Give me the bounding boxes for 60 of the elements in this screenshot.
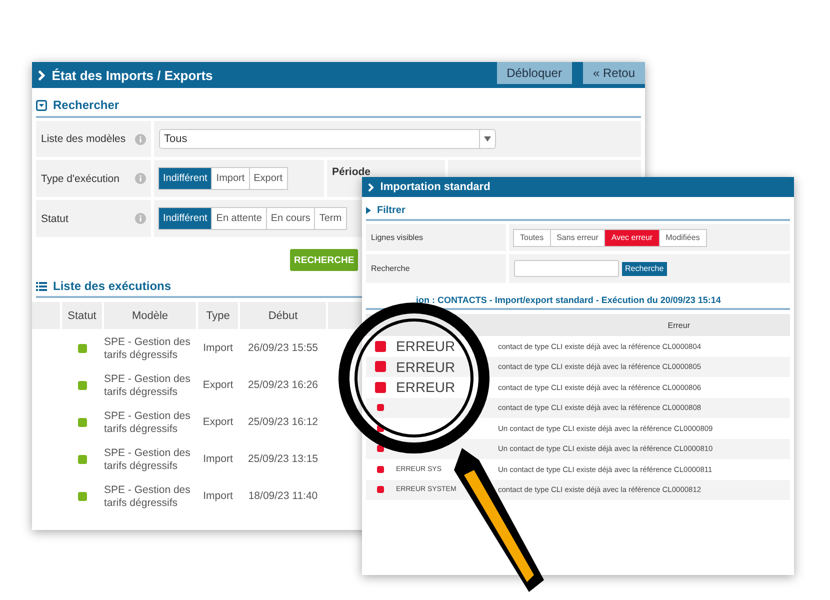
search-field[interactable] [514, 260, 619, 277]
table-cell: 26/09/23 15:55 [248, 342, 318, 355]
segment-button[interactable]: Sans erreur [550, 228, 606, 246]
table-cell-text: SPE - Gestion des tarifs dégressifs [104, 484, 192, 509]
list-icon [36, 282, 47, 290]
field-label: Lignes visibles [371, 233, 424, 242]
column-header: Erreur [668, 320, 690, 330]
search-button[interactable]: Recherche [622, 262, 667, 276]
select-field[interactable]: Tous [159, 129, 496, 149]
table-cell-text: SPE - Gestion des tarifs dégressifs [104, 373, 192, 398]
table-cell: 25/09/23 13:15 [248, 453, 318, 466]
segment-button[interactable]: En attente [211, 207, 267, 230]
table-cell-text: SPE - Gestion des tarifs dégressifs [104, 410, 192, 435]
info-icon [135, 134, 146, 144]
toolbar-button[interactable]: « Retou [582, 62, 645, 84]
segment-button[interactable]: Import [211, 167, 250, 190]
table-cell: ERREUR [396, 338, 456, 354]
segment-button[interactable]: Toutes [513, 228, 551, 246]
collapse-icon[interactable] [36, 100, 47, 110]
table-cell: Export [202, 379, 234, 392]
section-title: Liste des exécutions [53, 279, 172, 293]
section-title: Filtrer [377, 205, 406, 216]
triangle-icon [366, 207, 371, 214]
column-header: Modèle [104, 302, 196, 329]
table-cell: ERREUR [396, 358, 456, 375]
table-cell-text: SPE - Gestion des tarifs dégressifs [104, 447, 192, 472]
field-label: Type d'exécution [41, 172, 120, 184]
table-cell: 18/09/23 11:40 [248, 490, 318, 503]
segment-button[interactable]: Modifiées [658, 228, 707, 246]
toolbar-button[interactable]: Débloquer [496, 62, 572, 84]
table-cell: Import [203, 453, 233, 466]
table-cell: ERREUR [396, 379, 456, 396]
window-title: État des Imports / Exports [52, 68, 213, 82]
segment-button[interactable]: Export [248, 167, 288, 190]
field-label: Recherche [371, 264, 410, 273]
table-cell: Import [203, 342, 233, 355]
field-label: Liste des modèles [41, 133, 126, 145]
window-title: Importation standard [380, 181, 490, 193]
field-label: Statut [41, 212, 68, 224]
section-title: ion : CONTACTS - Import/export standard - Exécution du 20/09/23 15:14 [416, 295, 721, 305]
segment-button[interactable]: En cours [266, 207, 316, 230]
column-header: Début [240, 302, 326, 329]
chevron-icon [38, 70, 46, 80]
column-header: Type [198, 302, 238, 329]
table-cell-text: SPE - Gestion des tarifs dégressifs [104, 336, 192, 361]
table-cell: Import [203, 490, 233, 503]
segment-button[interactable]: Avec erreur [604, 228, 660, 246]
table-cell: 25/09/23 16:12 [248, 416, 318, 429]
column-header: Statut [62, 302, 102, 329]
field-label: Période [332, 166, 371, 178]
info-icon [135, 173, 146, 184]
chevron-icon [368, 182, 374, 192]
table-cell: Export [202, 416, 234, 429]
segment-button[interactable]: Indifférent [158, 207, 212, 230]
info-icon [135, 213, 146, 224]
segment-button[interactable]: Term [314, 207, 347, 230]
table-cell: 25/09/23 16:26 [248, 379, 318, 392]
segment-button[interactable]: Indifférent [158, 167, 212, 190]
section-title: Rechercher [53, 98, 120, 112]
table-header [32, 302, 60, 329]
